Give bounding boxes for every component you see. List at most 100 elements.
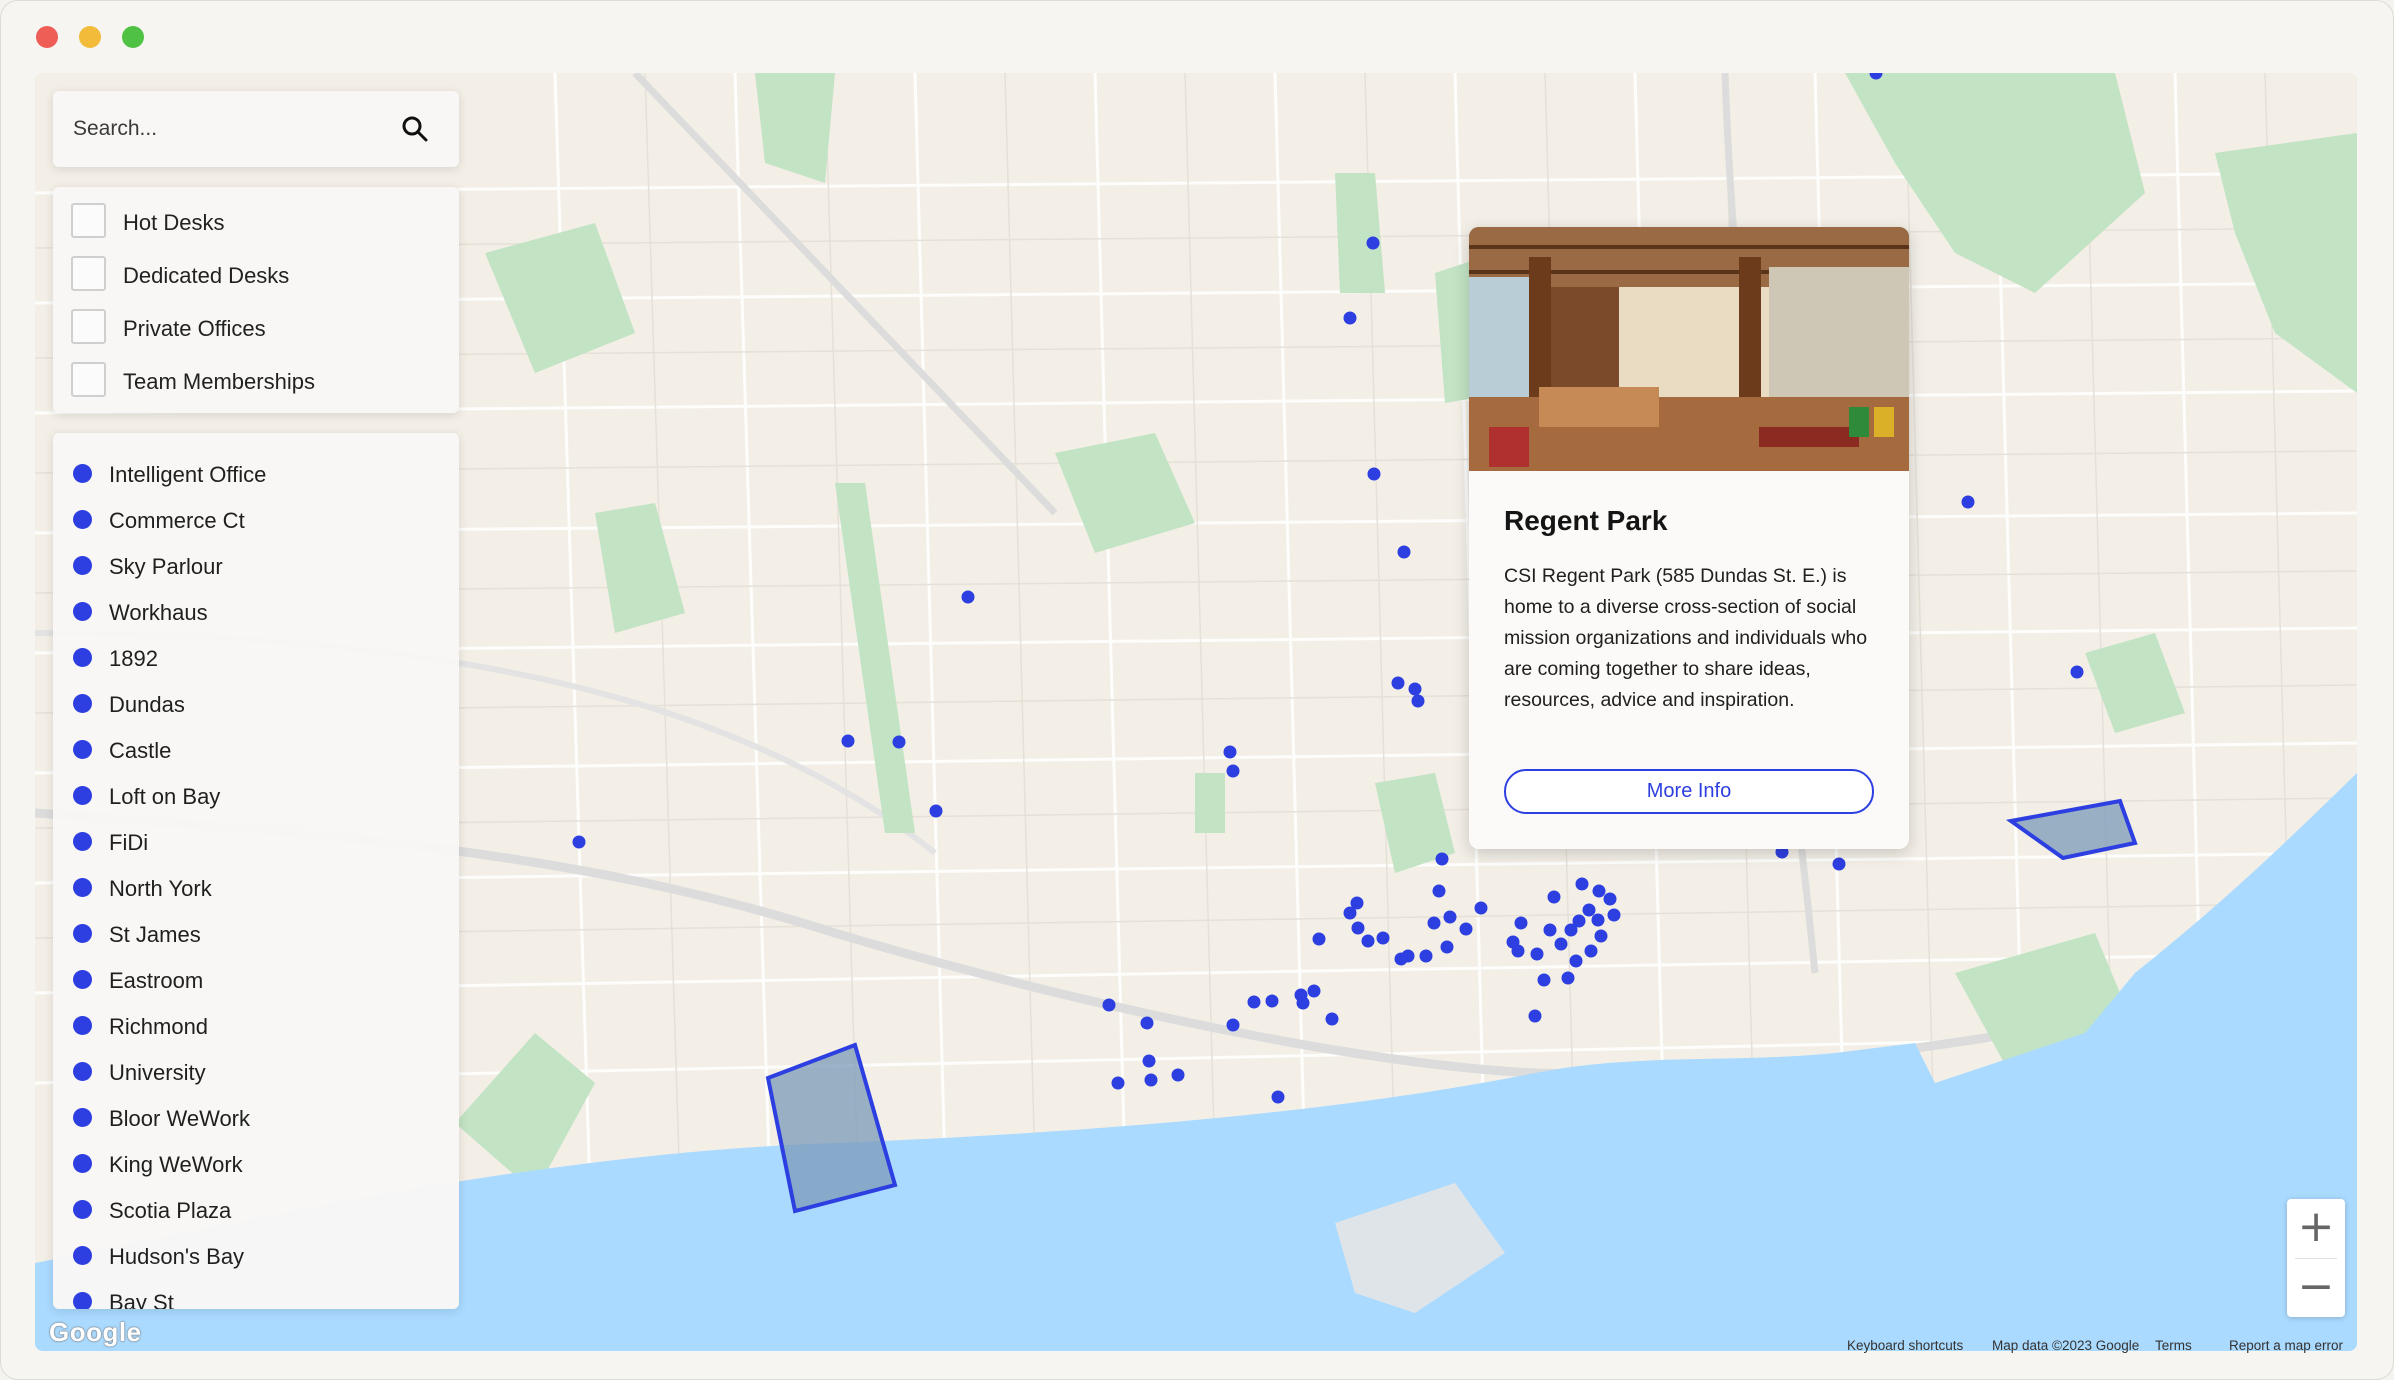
list-item[interactable]: Castle [73,736,443,766]
location-marker-icon[interactable] [1474,901,1488,915]
checkbox[interactable] [71,309,106,344]
location-marker-icon[interactable] [1307,984,1321,998]
terms-link[interactable]: Terms [2155,1338,2192,1353]
search-icon[interactable] [399,113,431,145]
maximize-window-button[interactable] [122,26,144,48]
location-marker-icon[interactable] [1391,676,1405,690]
location-marker-icon[interactable] [1572,914,1586,928]
list-item[interactable]: Commerce Ct [73,506,443,536]
location-marker-icon[interactable] [1411,694,1425,708]
location-marker-icon[interactable] [1530,947,1544,961]
location-marker-icon[interactable] [841,734,855,748]
location-marker-icon[interactable] [1514,916,1528,930]
location-marker-icon[interactable] [1271,1090,1285,1104]
filter-team-memberships[interactable]: Team Memberships [71,362,441,398]
location-marker-icon[interactable] [1582,903,1596,917]
location-marker-icon[interactable] [1961,495,1975,509]
location-marker-icon[interactable] [1584,944,1598,958]
location-marker-icon[interactable] [1361,934,1375,948]
location-marker-icon[interactable] [1547,890,1561,904]
location-marker-icon[interactable] [1397,545,1411,559]
location-marker-icon[interactable] [1869,73,1883,80]
location-marker-icon[interactable] [1366,236,1380,250]
checkbox[interactable] [71,203,106,238]
location-marker-icon[interactable] [892,735,906,749]
location-marker-icon[interactable] [1144,1073,1158,1087]
location-marker-icon[interactable] [1511,944,1525,958]
zoom-in-button[interactable]: + [2287,1199,2345,1257]
location-marker-icon[interactable] [572,835,586,849]
location-marker-icon[interactable] [2070,665,2084,679]
list-item[interactable]: Eastroom [73,966,443,996]
location-marker-icon[interactable] [1569,954,1583,968]
location-marker-icon[interactable] [1351,921,1365,935]
minimize-window-button[interactable] [79,26,101,48]
location-marker-icon[interactable] [1223,745,1237,759]
location-marker-icon[interactable] [1419,949,1433,963]
list-item[interactable]: Bloor WeWork [73,1104,443,1134]
location-marker-icon[interactable] [1594,929,1608,943]
location-marker-icon[interactable] [1561,971,1575,985]
location-marker-icon[interactable] [1367,467,1381,481]
location-marker-icon[interactable] [1394,952,1408,966]
keyboard-shortcuts-link[interactable]: Keyboard shortcuts [1847,1338,1963,1353]
location-marker-icon[interactable] [1832,857,1846,871]
location-marker-icon[interactable] [1554,937,1568,951]
location-marker-icon[interactable] [1435,852,1449,866]
location-marker-icon[interactable] [1537,973,1551,987]
list-item[interactable]: Workhaus [73,598,443,628]
location-marker-icon[interactable] [1142,1054,1156,1068]
location-marker-icon[interactable] [1427,916,1441,930]
location-marker-icon[interactable] [1432,884,1446,898]
location-marker-icon[interactable] [1592,884,1606,898]
filter-dedicated-desks[interactable]: Dedicated Desks [71,256,441,292]
list-item[interactable]: Intelligent Office [73,460,443,490]
list-item[interactable]: Richmond [73,1012,443,1042]
location-marker-icon[interactable] [1111,1076,1125,1090]
location-marker-icon[interactable] [929,804,943,818]
list-item[interactable]: University [73,1058,443,1088]
list-item[interactable]: Dundas [73,690,443,720]
location-marker-icon[interactable] [1171,1068,1185,1082]
location-marker-icon[interactable] [1312,932,1326,946]
location-marker-icon[interactable] [1226,764,1240,778]
list-item[interactable]: FiDi [73,828,443,858]
report-error-link[interactable]: Report a map error [2229,1338,2343,1353]
search-input[interactable]: Search... [73,117,157,141]
list-item[interactable]: 1892 [73,644,443,674]
location-marker-icon[interactable] [1294,988,1308,1002]
location-marker-icon[interactable] [1408,682,1422,696]
list-item[interactable]: Hudson's Bay [73,1242,443,1272]
location-marker-icon[interactable] [1102,998,1116,1012]
location-marker-icon[interactable] [1443,910,1457,924]
list-item[interactable]: Bay St [73,1288,443,1309]
location-marker-icon[interactable] [1247,995,1261,1009]
location-marker-icon[interactable] [1591,913,1605,927]
location-marker-icon[interactable] [1440,940,1454,954]
location-marker-icon[interactable] [1459,922,1473,936]
list-item[interactable]: Loft on Bay [73,782,443,812]
checkbox[interactable] [71,362,106,397]
checkbox[interactable] [71,256,106,291]
list-item[interactable]: North York [73,874,443,904]
location-marker-icon[interactable] [1325,1012,1339,1026]
filter-private-offices[interactable]: Private Offices [71,309,441,345]
location-marker-icon[interactable] [1603,892,1617,906]
zoom-out-button[interactable]: − [2287,1259,2345,1317]
location-marker-icon[interactable] [1376,931,1390,945]
location-marker-icon[interactable] [961,590,975,604]
location-marker-icon[interactable] [1607,908,1621,922]
search-box[interactable]: Search... [53,91,459,167]
location-marker-icon[interactable] [1343,906,1357,920]
list-item[interactable]: St James [73,920,443,950]
list-item[interactable]: Scotia Plaza [73,1196,443,1226]
list-item[interactable]: Sky Parlour [73,552,443,582]
location-marker-icon[interactable] [1528,1009,1542,1023]
location-marker-icon[interactable] [1226,1018,1240,1032]
location-marker-icon[interactable] [1543,923,1557,937]
location-list[interactable]: Intelligent Office Commerce Ct Sky Parlo… [53,433,459,1309]
location-marker-icon[interactable] [1575,877,1589,891]
list-item[interactable]: King WeWork [73,1150,443,1180]
location-marker-icon[interactable] [1265,994,1279,1008]
location-marker-icon[interactable] [1343,311,1357,325]
